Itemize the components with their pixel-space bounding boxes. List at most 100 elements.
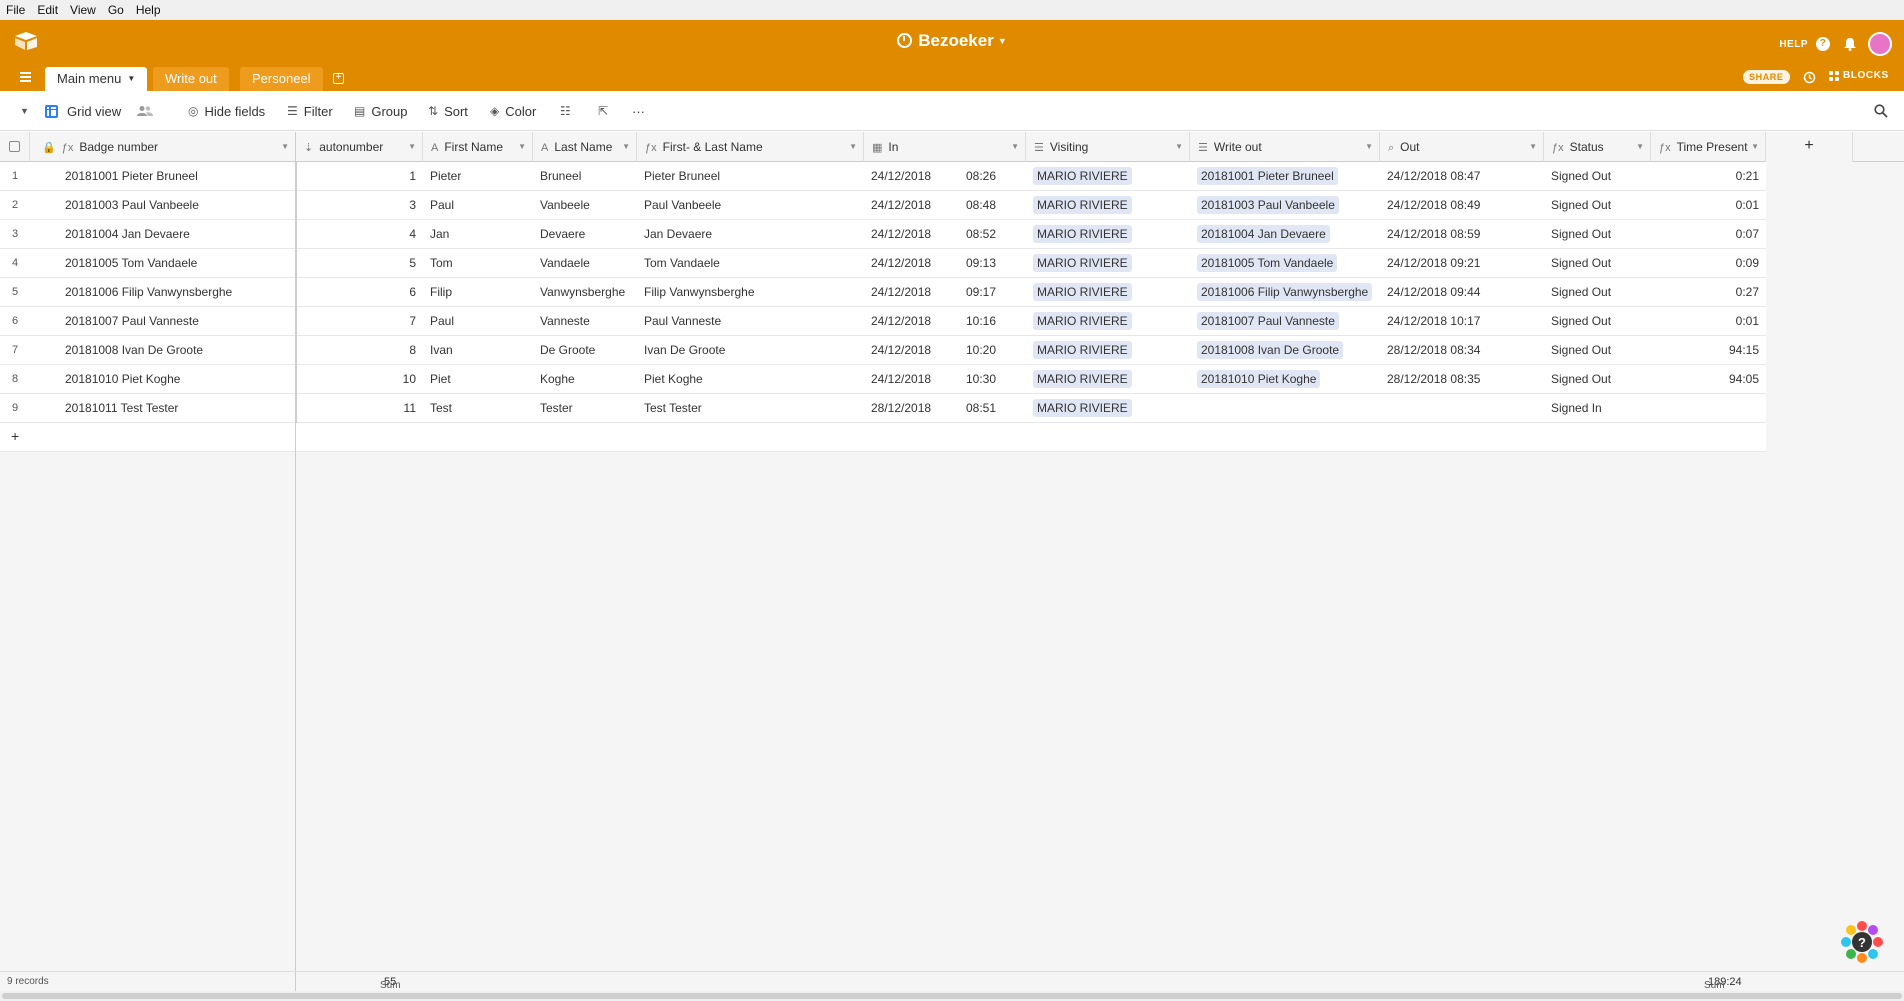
status-cell[interactable]: Signed Out [1544, 249, 1651, 278]
menu-file[interactable]: File [6, 3, 25, 17]
table-row[interactable]: 9 20181011 Test Tester 11 Test Tester Test Te… [0, 394, 1766, 423]
time-present-cell[interactable]: 0:27 [1651, 278, 1766, 307]
status-cell[interactable]: Signed Out [1544, 278, 1651, 307]
linked-record-chip[interactable]: 20181001 Pieter Bruneel [1197, 167, 1338, 185]
linked-record-chip[interactable]: MARIO RIVIERE [1033, 399, 1132, 417]
full-name-cell[interactable]: Tom Vandaele [637, 249, 864, 278]
avatar[interactable] [1868, 32, 1892, 56]
row-number[interactable]: 8 [0, 365, 30, 394]
table-row[interactable]: 4 20181005 Tom Vandaele 5 Tom Vandaele Tom Va… [0, 249, 1766, 278]
views-toggle-icon[interactable]: ▼ [20, 103, 29, 119]
in-time-cell[interactable]: 10:20 [959, 336, 1026, 365]
last-name-cell[interactable]: Koghe [533, 365, 637, 394]
write-out-cell[interactable]: 20181005 Tom Vandaele [1190, 249, 1380, 278]
time-present-cell[interactable]: 0:09 [1651, 249, 1766, 278]
column-header-visiting[interactable]: ☰ Visiting ▼ [1026, 132, 1190, 162]
row-number[interactable]: 1 [0, 162, 30, 191]
in-time-cell[interactable]: 09:17 [959, 278, 1026, 307]
chevron-down-icon[interactable]: ▼ [622, 132, 630, 162]
in-date-cell[interactable]: 24/12/2018 [864, 162, 959, 191]
in-date-cell[interactable]: 24/12/2018 [864, 220, 959, 249]
first-name-cell[interactable]: Tom [423, 249, 533, 278]
autonumber-cell[interactable]: 11 [296, 394, 423, 423]
linked-record-chip[interactable]: 20181007 Paul Vanneste [1197, 312, 1339, 330]
hide-fields-button[interactable]: ◎ Hide fields [188, 103, 265, 119]
time-present-cell[interactable]: 94:15 [1651, 336, 1766, 365]
in-time-cell[interactable]: 08:26 [959, 162, 1026, 191]
help-center-icon[interactable]: ? [1838, 918, 1886, 966]
in-date-cell[interactable]: 24/12/2018 [864, 307, 959, 336]
out-cell[interactable]: 24/12/2018 08:47 [1380, 162, 1544, 191]
column-header-first-name[interactable]: A First Name ▼ [423, 132, 533, 162]
table-row[interactable]: 1 20181001 Pieter Bruneel 1 Pieter Bruneel Pi… [0, 162, 1766, 191]
in-time-cell[interactable]: 10:16 [959, 307, 1026, 336]
linked-record-chip[interactable]: 20181003 Paul Vanbeele [1197, 196, 1339, 214]
out-cell[interactable]: 24/12/2018 10:17 [1380, 307, 1544, 336]
frozen-pane-divider[interactable] [295, 132, 296, 971]
row-number[interactable]: 3 [0, 220, 30, 249]
out-cell[interactable] [1380, 394, 1544, 423]
full-name-cell[interactable]: Jan Devaere [637, 220, 864, 249]
badge-number-cell[interactable]: 20181001 Pieter Bruneel [58, 162, 295, 191]
visiting-cell[interactable]: MARIO RIVIERE [1026, 162, 1190, 191]
color-button[interactable]: ◈ Color [490, 103, 536, 119]
out-cell[interactable]: 24/12/2018 08:59 [1380, 220, 1544, 249]
filter-button[interactable]: ☰ Filter [287, 103, 333, 119]
full-name-cell[interactable]: Paul Vanneste [637, 307, 864, 336]
autonumber-cell[interactable]: 4 [296, 220, 423, 249]
linked-record-chip[interactable]: MARIO RIVIERE [1033, 312, 1132, 330]
menu-view[interactable]: View [70, 3, 96, 17]
status-cell[interactable]: Signed Out [1544, 220, 1651, 249]
autonumber-cell[interactable]: 5 [296, 249, 423, 278]
badge-number-cell[interactable]: 20181005 Tom Vandaele [58, 249, 295, 278]
badge-number-cell[interactable]: 20181007 Paul Vanneste [58, 307, 295, 336]
status-cell[interactable]: Signed Out [1544, 365, 1651, 394]
chevron-down-icon[interactable]: ▼ [408, 132, 416, 162]
time-present-cell[interactable]: 0:01 [1651, 307, 1766, 336]
add-table-icon[interactable]: + [333, 73, 344, 84]
out-cell[interactable]: 24/12/2018 08:49 [1380, 191, 1544, 220]
column-header-status[interactable]: ƒx Status ▼ [1544, 132, 1651, 162]
column-header-out[interactable]: ⌕ Out ▼ [1380, 132, 1544, 162]
time-present-summary[interactable]: Sum 189:24 [1704, 976, 1742, 991]
column-header-time-present[interactable]: ƒx Time Present ▼ [1651, 132, 1766, 162]
chevron-down-icon[interactable]: ▼ [518, 132, 526, 162]
last-name-cell[interactable]: De Groote [533, 336, 637, 365]
in-time-cell[interactable]: 10:30 [959, 365, 1026, 394]
chevron-down-icon[interactable]: ▼ [1636, 132, 1644, 162]
write-out-cell[interactable]: 20181004 Jan Devaere [1190, 220, 1380, 249]
chevron-down-icon[interactable]: ▼ [1365, 132, 1373, 162]
badge-number-cell[interactable]: 20181004 Jan Devaere [58, 220, 295, 249]
help-icon[interactable]: ? [1816, 37, 1830, 51]
visiting-cell[interactable]: MARIO RIVIERE [1026, 307, 1190, 336]
column-header-badge-number[interactable]: 🔒 ƒx Badge number ▼ [30, 132, 296, 162]
add-record-button[interactable]: + [0, 423, 1766, 452]
autonumber-cell[interactable]: 3 [296, 191, 423, 220]
row-number[interactable]: 7 [0, 336, 30, 365]
out-cell[interactable]: 24/12/2018 09:44 [1380, 278, 1544, 307]
time-present-cell[interactable]: 0:21 [1651, 162, 1766, 191]
in-date-cell[interactable]: 24/12/2018 [864, 278, 959, 307]
chevron-down-icon[interactable]: ▼ [281, 132, 289, 162]
visiting-cell[interactable]: MARIO RIVIERE [1026, 336, 1190, 365]
out-cell[interactable]: 24/12/2018 09:21 [1380, 249, 1544, 278]
select-all-checkbox[interactable] [0, 132, 30, 162]
first-name-cell[interactable]: Ivan [423, 336, 533, 365]
linked-record-chip[interactable]: MARIO RIVIERE [1033, 341, 1132, 359]
row-number[interactable]: 6 [0, 307, 30, 336]
tab-write-out[interactable]: Write out [153, 67, 229, 91]
status-cell[interactable]: Signed In [1544, 394, 1651, 423]
table-row[interactable]: 8 20181010 Piet Koghe 10 Piet Koghe Piet Kogh… [0, 365, 1766, 394]
row-number[interactable]: 9 [0, 394, 30, 423]
linked-record-chip[interactable]: 20181004 Jan Devaere [1197, 225, 1330, 243]
write-out-cell[interactable]: 20181001 Pieter Bruneel [1190, 162, 1380, 191]
write-out-cell[interactable]: 20181007 Paul Vanneste [1190, 307, 1380, 336]
table-row[interactable]: 6 20181007 Paul Vanneste 7 Paul Vanneste Paul… [0, 307, 1766, 336]
blocks-button[interactable]: BLOCKS [1829, 70, 1889, 81]
badge-number-cell[interactable]: 20181010 Piet Koghe [58, 365, 295, 394]
time-present-cell[interactable] [1651, 394, 1766, 423]
autonumber-cell[interactable]: 6 [296, 278, 423, 307]
menu-icon[interactable] [20, 72, 31, 84]
linked-record-chip[interactable]: 20181005 Tom Vandaele [1197, 254, 1338, 272]
first-name-cell[interactable]: Paul [423, 307, 533, 336]
